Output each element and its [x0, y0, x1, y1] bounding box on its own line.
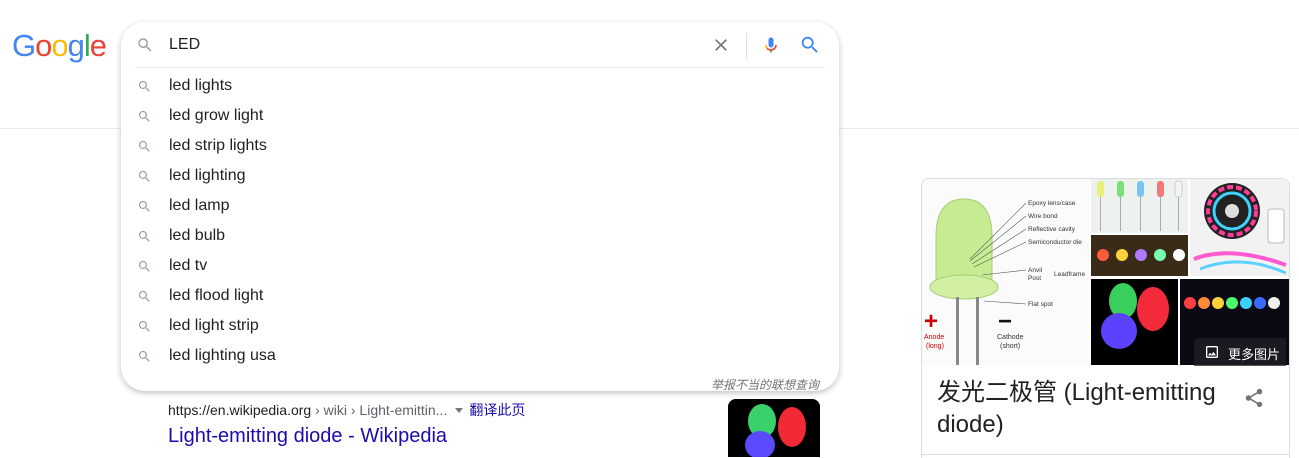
search-icon: [138, 260, 150, 272]
svg-text:Reflective cavity: Reflective cavity: [1028, 226, 1076, 233]
rgb-led-image[interactable]: [1091, 279, 1178, 365]
image-icon: [1206, 346, 1218, 358]
result-thumbnail[interactable]: [728, 399, 820, 457]
svg-text:Semiconductor die: Semiconductor die: [1028, 239, 1082, 246]
suggestion-text: led lights: [169, 77, 233, 94]
suggestion-item[interactable]: led lamp: [121, 191, 839, 221]
suggestion-text: led lighting usa: [169, 347, 276, 364]
search-box: led lights led grow light led strip ligh…: [121, 22, 839, 393]
svg-text:Cathode: Cathode: [997, 334, 1024, 341]
more-images-button[interactable]: 更多图片: [1194, 338, 1286, 366]
search-divider: [746, 33, 747, 59]
dropdown-arrow-icon[interactable]: [455, 408, 464, 413]
search-icon: [138, 230, 150, 242]
suggestion-list: led lights led grow light led strip ligh…: [121, 71, 839, 371]
svg-text:(short): (short): [1000, 343, 1020, 350]
svg-text:Flat spot: Flat spot: [1028, 301, 1053, 308]
suggestion-text: led flood light: [169, 287, 264, 304]
search-icon: [138, 80, 150, 92]
suggestion-item[interactable]: led bulb: [121, 221, 839, 251]
translate-link[interactable]: 翻译此页: [469, 402, 525, 418]
microphone-icon[interactable]: [761, 33, 781, 57]
suggestion-text: led lighting: [169, 167, 246, 184]
suggestion-text: led lamp: [169, 197, 230, 214]
svg-text:(long): (long): [926, 343, 944, 350]
suggestion-text: led tv: [169, 257, 208, 274]
suggestion-item[interactable]: led lighting: [121, 161, 839, 191]
svg-text:Leadframe: Leadframe: [1054, 271, 1085, 278]
svg-text:Anode: Anode: [924, 334, 944, 341]
knowledge-panel: Epoxy lens/case Wire bond Reflective cav…: [921, 178, 1290, 458]
knowledge-panel-title: 发光二极管 (Light-emitting diode): [937, 379, 1216, 438]
result-url-host: https://en.wikipedia.org: [168, 402, 312, 418]
result-title-link[interactable]: Light-emitting diode - Wikipedia: [168, 425, 447, 448]
suggestion-text: led bulb: [169, 227, 226, 244]
suggestion-text: led strip lights: [169, 137, 267, 154]
svg-text:Anvil: Anvil: [1028, 267, 1043, 274]
suggestion-item[interactable]: led light strip: [121, 311, 839, 341]
svg-text:Wire bond: Wire bond: [1028, 213, 1058, 220]
search-input[interactable]: [169, 33, 689, 57]
suggestion-item[interactable]: led tv: [121, 251, 839, 281]
suggestion-text: led grow light: [169, 107, 264, 124]
svg-text:−: −: [998, 308, 1012, 335]
suggestion-item[interactable]: led strip lights: [121, 131, 839, 161]
svg-text:Epoxy lens/case: Epoxy lens/case: [1028, 200, 1076, 207]
search-icon: [138, 110, 150, 122]
led-diagram-image[interactable]: Epoxy lens/case Wire bond Reflective cav…: [922, 179, 1089, 365]
suggestion-item[interactable]: led lighting usa: [121, 341, 839, 371]
led-glow-image[interactable]: [1091, 235, 1188, 276]
suggestion-item[interactable]: led lights: [121, 71, 839, 101]
suggestion-item[interactable]: led grow light: [121, 101, 839, 131]
search-icon: [138, 140, 150, 152]
knowledge-panel-divider: [922, 454, 1289, 455]
share-icon[interactable]: [1243, 387, 1265, 409]
search-row: [121, 22, 839, 68]
close-icon[interactable]: [711, 35, 731, 55]
search-icon: [138, 290, 150, 302]
led-strip-image[interactable]: [1190, 179, 1289, 276]
search-icon: [138, 320, 150, 332]
search-icon: [138, 38, 152, 52]
search-icon: [138, 350, 150, 362]
suggestion-text: led light strip: [169, 317, 259, 334]
suggestions-separator: [135, 67, 825, 68]
result-url-path: › wiki › Light-emittin...: [311, 402, 448, 418]
search-icon: [138, 170, 150, 182]
report-predictions-link[interactable]: 举报不当的联想查询: [711, 376, 819, 393]
search-button-icon[interactable]: [799, 34, 821, 56]
led-colors-image[interactable]: [1091, 179, 1188, 233]
svg-text:Post: Post: [1028, 275, 1041, 282]
result-url: https://en.wikipedia.org › wiki › Light-…: [168, 400, 525, 420]
suggestion-item[interactable]: led flood light: [121, 281, 839, 311]
google-logo[interactable]: Google: [12, 28, 107, 64]
led-photo-image: [728, 399, 820, 457]
more-images-label: 更多图片: [1228, 347, 1281, 362]
search-icon: [138, 200, 150, 212]
svg-text:+: +: [924, 308, 938, 335]
